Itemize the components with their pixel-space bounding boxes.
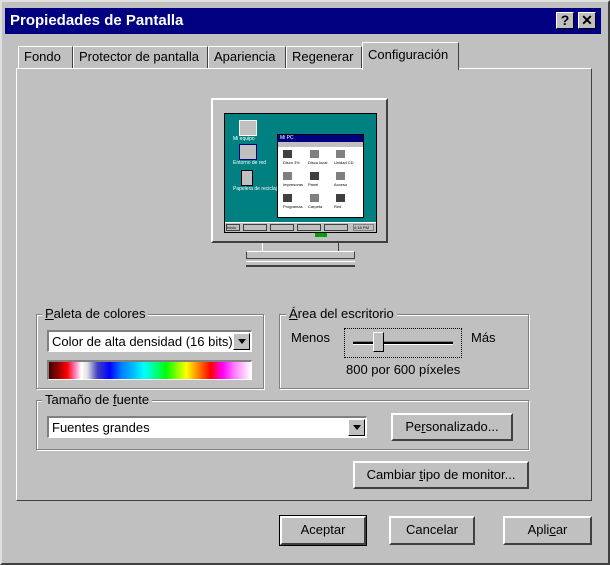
recycle-bin-icon (241, 170, 253, 186)
preview-task-item (324, 224, 348, 231)
preview-window: Mi PC Disco 3½ Disco local Unidad CD Imp… (277, 134, 364, 218)
preview-icon-label: Red (334, 204, 342, 209)
apply-button[interactable]: Aplicar (503, 516, 592, 545)
resolution-text: 800 por 600 píxeles (346, 362, 461, 377)
folder-icon (310, 194, 319, 202)
color-palette-value: Color de alta densidad (16 bits) (52, 334, 232, 349)
preview-menubar (278, 142, 363, 147)
preview-task-item (297, 224, 321, 231)
close-icon: ✕ (581, 12, 593, 28)
tab-label: Configuración (368, 47, 449, 62)
font-size-select[interactable]: Fuentes grandes (47, 416, 367, 438)
preview-icon-label: Unidad CD (334, 160, 354, 165)
resolution-slider[interactable] (344, 328, 462, 358)
color-spectrum-bar (47, 360, 252, 380)
cancel-button[interactable]: Cancelar (389, 516, 475, 545)
help-icon: ? (560, 12, 570, 28)
preview-icon-label: Programas (283, 204, 303, 209)
less-label: Menos (291, 330, 331, 345)
chevron-down-icon (238, 339, 246, 344)
tab-fondo[interactable]: Fondo (18, 46, 73, 68)
cd-icon (336, 150, 345, 158)
control-panel-icon (310, 172, 319, 180)
preview-icon-label: Carpeta (308, 204, 323, 209)
tab-protector[interactable]: Protector de pantalla (73, 46, 208, 68)
title-bar[interactable]: Propiedades de Pantalla ? ✕ (5, 8, 601, 34)
tab-configuracion[interactable]: Configuración (362, 42, 459, 70)
tab-label: Protector de pantalla (79, 49, 199, 64)
preview-icon-label: Panel (308, 182, 319, 187)
more-label: Más (471, 330, 496, 345)
tab-label: Regenerar (292, 49, 354, 64)
preview-taskbar: Inicio 4:18 PM (225, 222, 376, 232)
ok-label: Aceptar (300, 522, 346, 537)
cancel-label: Cancelar (405, 522, 459, 537)
tab-regenerar[interactable]: Regenerar (286, 46, 362, 68)
custom-font-button[interactable]: Personalizado... (391, 413, 513, 441)
computer-icon (239, 120, 257, 136)
window-title: Propiedades de Pantalla (10, 12, 184, 29)
close-button[interactable]: ✕ (578, 12, 596, 29)
slider-track (353, 341, 453, 345)
tab-label: Fondo (24, 49, 61, 64)
monitor-preview: Mi equipo Entorno de red Papelera de rec… (211, 98, 388, 243)
chevron-down-icon (353, 425, 361, 430)
color-palette-select[interactable]: Color de alta densidad (16 bits) (47, 330, 252, 352)
network-folder-icon (336, 194, 345, 202)
preview-icon-label: Impresoras (283, 182, 304, 187)
slider-thumb[interactable] (373, 332, 384, 352)
tab-apariencia[interactable]: Apariencia (208, 46, 286, 68)
font-size-label: Tamaño de fuente (42, 392, 153, 407)
tab-label: Apariencia (214, 49, 276, 64)
desktop-icon-label: Papelera de reciclaje (233, 186, 280, 192)
printer-icon (283, 172, 292, 180)
color-palette-label: Paleta de colores (42, 306, 149, 321)
preview-task-item (243, 224, 267, 231)
monitor-foot (246, 261, 355, 267)
drive-icon (283, 150, 292, 158)
font-size-dropdown-button[interactable] (348, 419, 365, 436)
desktop-area-label: Área del escritorio (286, 306, 397, 321)
font-size-value: Fuentes grandes (52, 420, 150, 435)
color-palette-dropdown-button[interactable] (233, 333, 250, 350)
preview-window-titlebar: Mi PC (278, 135, 363, 142)
monitor-base (246, 251, 355, 259)
network-icon (239, 144, 257, 160)
desktop-icon-label: Entorno de red (233, 160, 267, 166)
preview-icon-label: Acceso (334, 182, 348, 187)
preview-start-button: Inicio (226, 224, 240, 231)
help-button[interactable]: ? (556, 12, 574, 29)
preview-icon-label: Disco local (308, 160, 328, 165)
program-icon (283, 194, 292, 202)
preview-window-title: Mi PC (280, 135, 294, 141)
preview-task-item (270, 224, 294, 231)
ok-button[interactable]: Aceptar (279, 515, 367, 546)
desktop-preview-screen: Mi equipo Entorno de red Papelera de rec… (224, 113, 377, 233)
desktop-icon-label: Mi equipo (233, 136, 255, 142)
power-led (315, 233, 327, 237)
preview-icon-label: Disco 3½ (283, 160, 300, 165)
dialup-icon (336, 172, 345, 180)
preview-clock: 4:18 PM (353, 224, 374, 231)
disk-icon (310, 150, 319, 158)
change-monitor-button[interactable]: Cambiar tipo de monitor... (353, 461, 529, 489)
